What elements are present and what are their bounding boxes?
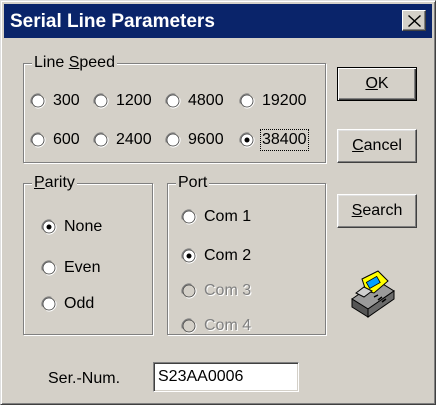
speed-radio-9600-label: 9600 — [188, 131, 224, 148]
ok-button[interactable]: OK — [337, 67, 417, 101]
parity-legend: Parity — [32, 173, 77, 193]
radio-circle-icon — [181, 318, 197, 334]
radio-circle-icon — [93, 132, 109, 148]
radio-circle-icon — [93, 93, 109, 109]
parity-radio-none-label: None — [64, 218, 103, 235]
cancel-button[interactable]: Cancel — [337, 129, 417, 163]
telephone-modem-icon — [351, 270, 395, 318]
port-radio-com3-label: Com 3 — [204, 282, 252, 299]
radio-circle-icon — [165, 132, 181, 148]
speed-radio-600-label: 600 — [53, 131, 80, 148]
port-radio-com4-label: Com 4 — [204, 317, 252, 334]
radio-circle-icon — [41, 219, 57, 235]
parity-radio-odd-label: Odd — [64, 295, 95, 312]
radio-circle-icon — [239, 132, 255, 148]
port-radio-com1-label: Com 1 — [204, 208, 252, 225]
speed-radio-4800-label: 4800 — [188, 92, 224, 109]
speed-radio-38400-label: 38400 — [260, 129, 309, 151]
serial-number-label: Ser.-Num. — [48, 370, 121, 387]
parity-radio-even-label: Even — [64, 259, 101, 276]
speed-radio-300-label: 300 — [53, 92, 80, 109]
radio-circle-icon — [30, 132, 46, 148]
radio-circle-icon — [181, 283, 197, 299]
port-radio-com2-label: Com 2 — [204, 247, 252, 264]
radio-circle-icon — [165, 93, 181, 109]
radio-circle-icon — [181, 209, 197, 225]
radio-circle-icon — [181, 248, 197, 264]
radio-circle-icon — [41, 260, 57, 276]
dialog-title: Serial Line Parameters — [10, 11, 215, 32]
serial-line-parameters-dialog: Serial Line Parameters Line Speed 300 120… — [0, 0, 436, 405]
port-legend: Port — [176, 173, 210, 193]
line-speed-legend: Line Speed — [32, 53, 117, 73]
search-button[interactable]: Search — [337, 194, 417, 228]
close-icon — [408, 15, 421, 27]
speed-radio-2400-label: 2400 — [116, 131, 152, 148]
radio-circle-icon — [239, 93, 255, 109]
radio-circle-icon — [30, 93, 46, 109]
close-button[interactable] — [402, 10, 426, 31]
speed-radio-19200-label: 19200 — [262, 92, 307, 109]
radio-circle-icon — [41, 296, 57, 312]
title-bar[interactable]: Serial Line Parameters — [4, 4, 432, 38]
speed-radio-1200-label: 1200 — [116, 92, 152, 109]
serial-number-input[interactable] — [153, 362, 299, 392]
